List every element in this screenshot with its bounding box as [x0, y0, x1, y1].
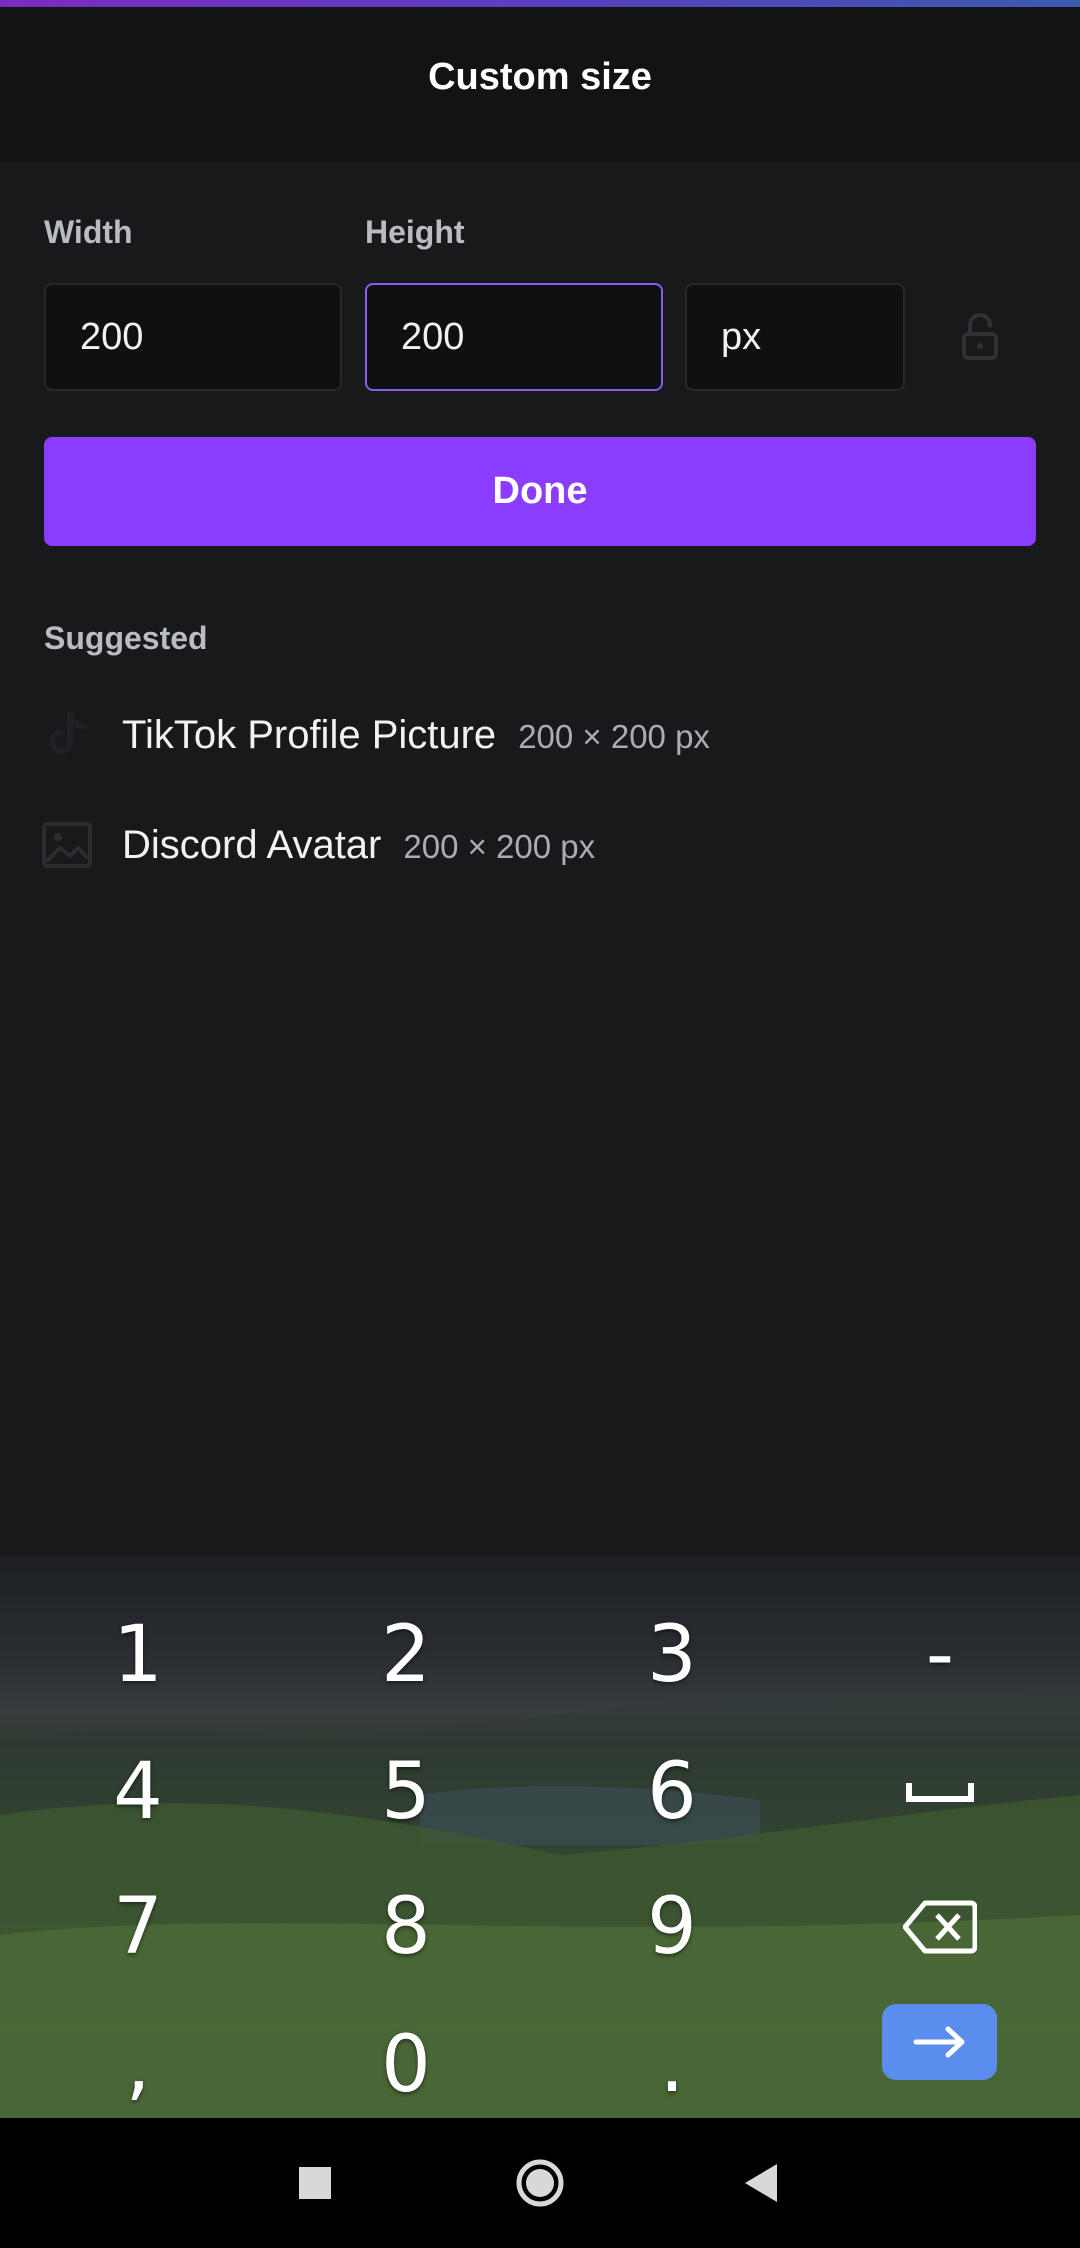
key-9[interactable]: 9 — [572, 1867, 772, 1987]
suggestion-name: TikTok Profile Picture — [122, 712, 497, 757]
suggestion-label: TikTok Profile Picture 200 × 200 px — [122, 713, 710, 758]
lock-open-icon[interactable] — [960, 312, 1000, 360]
numeric-keyboard: 1 2 3 - 4 5 6 7 8 9 , 0 . — [0, 1555, 1080, 2118]
width-label: Width — [44, 214, 133, 250]
height-field[interactable]: 200 — [365, 283, 663, 391]
backspace-icon — [903, 1900, 977, 1954]
arrow-right-icon — [913, 2026, 964, 2058]
suggestion-item-discord[interactable]: Discord Avatar 200 × 200 px — [0, 805, 1080, 885]
key-4[interactable]: 4 — [38, 1732, 238, 1852]
space-icon — [906, 1783, 974, 1802]
unit-select[interactable]: px — [685, 283, 905, 391]
page-title: Custom size — [428, 56, 652, 98]
top-accent-bar — [0, 0, 1080, 7]
suggestion-size: 200 × 200 px — [403, 827, 596, 865]
key-5[interactable]: 5 — [306, 1732, 506, 1852]
key-2[interactable]: 2 — [306, 1595, 506, 1715]
image-icon — [42, 822, 92, 868]
key-1[interactable]: 1 — [38, 1595, 238, 1715]
key-comma[interactable]: , — [38, 2005, 238, 2118]
suggestion-name: Discord Avatar — [122, 822, 382, 867]
tiktok-icon — [49, 711, 87, 754]
unit-value: px — [721, 315, 762, 358]
circle-icon[interactable] — [515, 2158, 565, 2208]
key-3[interactable]: 3 — [572, 1595, 772, 1715]
system-navigation-bar — [0, 2118, 1080, 2248]
width-value: 200 — [80, 315, 144, 358]
suggestion-item-tiktok[interactable]: TikTok Profile Picture 200 × 200 px — [0, 695, 1080, 775]
suggestion-size: 200 × 200 px — [518, 717, 710, 755]
key-period[interactable]: . — [572, 2005, 772, 2118]
key-7[interactable]: 7 — [38, 1867, 238, 1987]
key-minus[interactable]: - — [840, 1595, 1040, 1715]
done-button[interactable]: Done — [44, 437, 1036, 546]
height-label: Height — [365, 214, 465, 250]
suggested-heading: Suggested — [44, 620, 208, 656]
key-6[interactable]: 6 — [572, 1732, 772, 1852]
triangle-back-icon[interactable] — [737, 2158, 787, 2208]
key-0[interactable]: 0 — [306, 2005, 506, 2118]
square-icon[interactable] — [290, 2158, 340, 2208]
enter-key[interactable] — [882, 2004, 997, 2080]
key-space[interactable] — [840, 1732, 1040, 1852]
suggestion-label: Discord Avatar 200 × 200 px — [122, 823, 595, 868]
height-value: 200 — [401, 315, 465, 358]
header: Custom size — [0, 7, 1080, 162]
key-backspace[interactable] — [840, 1867, 1040, 1987]
key-8[interactable]: 8 — [306, 1867, 506, 1987]
width-field[interactable]: 200 — [44, 283, 342, 391]
